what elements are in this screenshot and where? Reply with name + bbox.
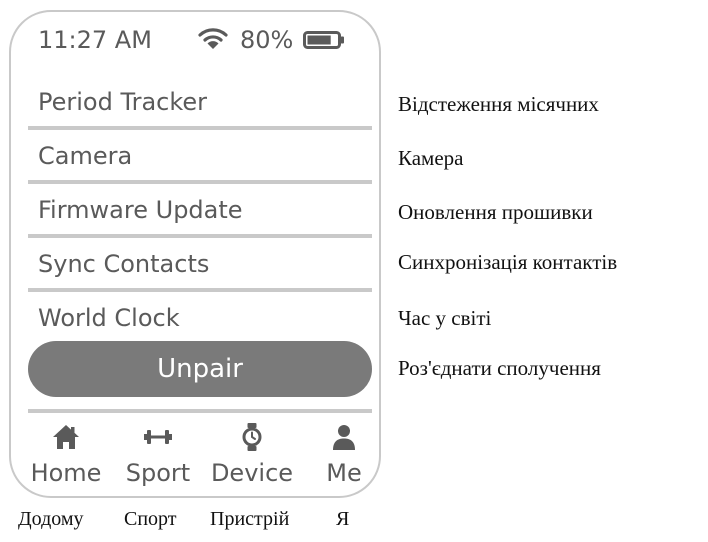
dumbbell-icon <box>144 430 172 444</box>
translation-me: Я <box>336 508 350 530</box>
nav-home[interactable]: Home <box>21 422 111 492</box>
translation-firmware-update: Оновлення прошивки <box>398 200 593 224</box>
person-icon <box>333 425 355 450</box>
nav-home-label: Home <box>30 459 102 487</box>
menu-item-label: Sync Contacts <box>38 250 210 278</box>
wifi-icon <box>198 28 228 49</box>
home-icon <box>53 425 79 449</box>
menu-item-label: Firmware Update <box>38 196 243 224</box>
battery-icon <box>303 31 344 49</box>
menu-item-period-tracker[interactable]: Period Tracker <box>28 76 372 130</box>
menu-item-firmware-update[interactable]: Firmware Update <box>28 184 372 238</box>
nav-me-label: Me <box>326 459 362 487</box>
menu-item-world-clock[interactable]: World Clock <box>28 292 372 346</box>
nav-me[interactable]: Me <box>299 422 389 492</box>
nav-sport-label: Sport <box>125 459 191 487</box>
menu-item-label: Camera <box>38 142 133 170</box>
translation-world-clock: Час у світі <box>398 306 492 330</box>
translation-unpair: Роз'єднати сполучення <box>398 356 601 380</box>
nav-sport[interactable]: Sport <box>113 422 203 492</box>
translation-device: Пристрій <box>210 508 290 530</box>
battery-percent: 80% <box>240 26 294 54</box>
menu-item-camera[interactable]: Camera <box>28 130 372 184</box>
watch-icon <box>242 423 262 451</box>
status-bar: 11:27 AM 80% <box>38 24 358 58</box>
nav-device[interactable]: Device <box>207 422 297 492</box>
translation-period-tracker: Відстеження місячних <box>398 92 599 116</box>
status-time: 11:27 AM <box>38 26 152 54</box>
translation-camera: Камера <box>398 146 464 170</box>
unpair-button[interactable]: Unpair <box>28 341 372 397</box>
nav-divider <box>28 409 372 413</box>
translation-sync-contacts: Синхронізація контактів <box>398 250 618 274</box>
translation-home: Додому <box>18 508 84 530</box>
nav-device-label: Device <box>210 459 294 487</box>
menu-item-label: Period Tracker <box>38 88 208 116</box>
menu-item-sync-contacts[interactable]: Sync Contacts <box>28 238 372 292</box>
menu-item-label: World Clock <box>38 304 180 332</box>
translation-sport: Спорт <box>124 508 177 530</box>
